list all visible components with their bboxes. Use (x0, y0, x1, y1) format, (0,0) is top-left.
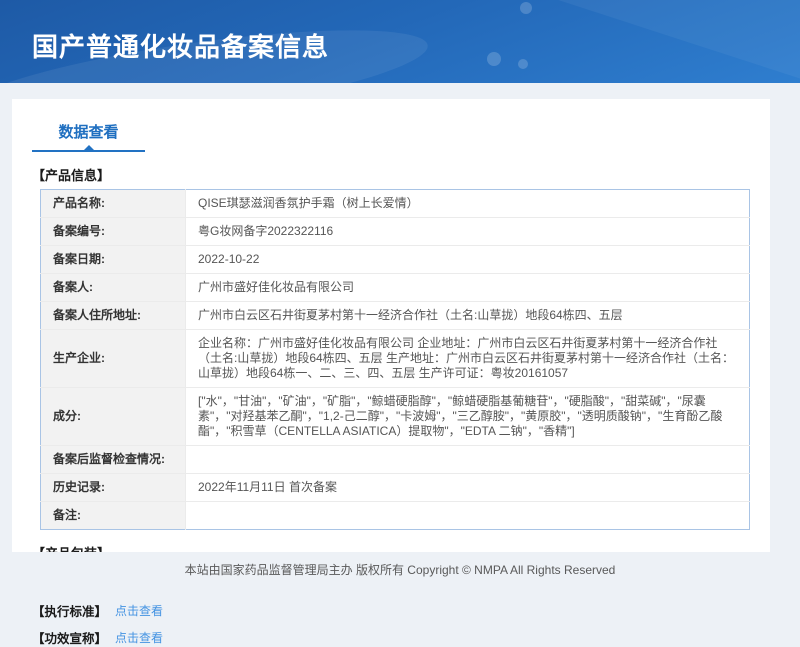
table-row: 历史记录: 2022年11月11日 首次备案 (40, 473, 750, 502)
product-info-table: 产品名称: QISE琪瑟滋润香氛护手霜（树上长爱情） 备案编号: 粤G妆网备字2… (40, 189, 750, 530)
section-title-standard: 【执行标准】 (32, 605, 108, 619)
row-label: 产品名称: (40, 189, 186, 218)
row-value: 2022-10-22 (185, 245, 750, 274)
banner-dot-decoration (487, 52, 501, 66)
tab-bar: 数据查看 (32, 117, 750, 152)
row-label: 历史记录: (40, 473, 186, 502)
row-label: 备案人住所地址: (40, 301, 186, 330)
row-value (185, 445, 750, 474)
execution-standard-row: 【执行标准】 点击查看 (32, 601, 750, 620)
view-efficacy-link[interactable]: 点击查看 (115, 629, 163, 646)
row-label: 备注: (40, 501, 186, 530)
table-row: 备案日期: 2022-10-22 (40, 245, 750, 274)
row-value: 广州市白云区石井街夏茅村第十一经济合作社（土名:山草拢）地段64栋四、五层 (185, 301, 750, 330)
copyright-text: 本站由国家药品监督管理局主办 版权所有 Copyright © NMPA All… (184, 563, 616, 577)
tab-data-view[interactable]: 数据查看 (32, 117, 145, 152)
banner-dot-decoration (520, 2, 532, 14)
page-footer: 本站由国家药品监督管理局主办 版权所有 Copyright © NMPA All… (0, 552, 800, 599)
page-title: 国产普通化妆品备案信息 (32, 32, 330, 62)
table-row: 生产企业: 企业名称：广州市盛好佳化妆品有限公司 企业地址：广州市白云区石井街夏… (40, 329, 750, 388)
table-row: 产品名称: QISE琪瑟滋润香氛护手霜（树上长爱情） (40, 189, 750, 218)
table-row: 备案编号: 粤G妆网备字2022322116 (40, 217, 750, 246)
tab-active-caret-icon (83, 145, 94, 150)
row-value: QISE琪瑟滋润香氛护手霜（树上长爱情） (198, 196, 419, 210)
row-value: 企业名称：广州市盛好佳化妆品有限公司 企业地址：广州市白云区石井街夏茅村第十一经… (185, 329, 750, 388)
row-value (185, 501, 750, 530)
row-value: 2022年11月11日 首次备案 (185, 473, 750, 502)
view-standard-link[interactable]: 点击查看 (115, 602, 163, 619)
row-label: 备案后监督检查情况: (40, 445, 186, 474)
section-title-product-info: 【产品信息】 (32, 168, 111, 183)
table-row: 备案后监督检查情况: (40, 445, 750, 474)
table-row: 备案人: 广州市盛好佳化妆品有限公司 (40, 273, 750, 302)
table-row: 备案人住所地址: 广州市白云区石井街夏茅村第十一经济合作社（土名:山草拢）地段6… (40, 301, 750, 330)
page: 国产普通化妆品备案信息 数据查看 【产品信息】 产品名称: QISE琪瑟滋润香氛… (0, 0, 800, 646)
row-label: 备案人: (40, 273, 186, 302)
section-title-efficacy: 【功效宣称】 (32, 632, 108, 646)
row-label: 生产企业: (40, 329, 186, 388)
row-label: 备案日期: (40, 245, 186, 274)
tab-active-underline (32, 150, 145, 152)
banner-decoration (555, 0, 800, 83)
row-label: 备案编号: (40, 217, 186, 246)
efficacy-claim-row: 【功效宣称】 点击查看 (32, 628, 750, 647)
banner-dot-decoration (518, 59, 528, 69)
row-value: 粤G妆网备字2022322116 (185, 217, 750, 246)
row-label: 成分: (40, 387, 186, 446)
content-card: 数据查看 【产品信息】 产品名称: QISE琪瑟滋润香氛护手霜（树上长爱情） 备… (12, 99, 770, 646)
row-value: 广州市盛好佳化妆品有限公司 (185, 273, 750, 302)
table-row: 成分: ["水"，"甘油"，"矿油"，"矿脂"，"鲸蜡硬脂醇"，"鲸蜡硬脂基葡糖… (40, 387, 750, 446)
table-row: 备注: (40, 501, 750, 530)
tab-data-view-label: 数据查看 (58, 124, 119, 141)
row-value: ["水"，"甘油"，"矿油"，"矿脂"，"鲸蜡硬脂醇"，"鲸蜡硬脂基葡糖苷"，"… (185, 387, 750, 446)
page-banner: 国产普通化妆品备案信息 (0, 0, 800, 83)
